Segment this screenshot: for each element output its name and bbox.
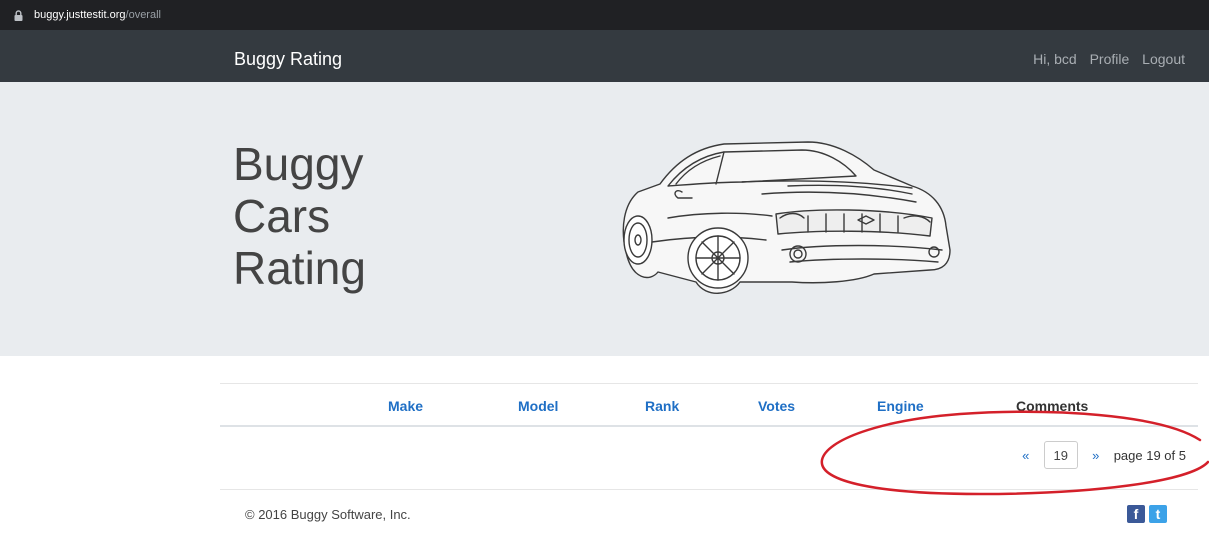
hero-title-line: Rating [233, 242, 366, 294]
url-text[interactable]: buggy.justtestit.org/overall [34, 8, 161, 22]
url-host: buggy.justtestit.org [34, 9, 126, 21]
column-header-make[interactable]: Make [388, 398, 423, 414]
greeting-text: Hi, bcd [1033, 51, 1077, 67]
copyright-text: © 2016 Buggy Software, Inc. [245, 507, 411, 522]
column-header-comments: Comments [1016, 398, 1089, 414]
brand-link[interactable]: Buggy Rating [234, 48, 342, 70]
logout-link[interactable]: Logout [1142, 51, 1185, 67]
footer-divider [220, 489, 1198, 490]
ratings-table: Make Model Rank Votes Engine Comments « … [220, 383, 1198, 469]
lock-icon [14, 10, 23, 21]
pagination: « » page 19 of 5 [1014, 441, 1186, 469]
profile-link[interactable]: Profile [1090, 51, 1130, 67]
next-page-button[interactable]: » [1084, 448, 1108, 463]
hero-title-line: Cars [233, 190, 331, 242]
column-header-rank[interactable]: Rank [645, 398, 679, 414]
social-links: f t [1127, 505, 1167, 523]
url-path: /overall [125, 9, 161, 21]
column-header-votes[interactable]: Votes [758, 398, 795, 414]
column-header-model[interactable]: Model [518, 398, 558, 414]
hero-title: Buggy Cars Rating [233, 138, 366, 294]
column-header-engine[interactable]: Engine [877, 398, 924, 414]
facebook-icon[interactable]: f [1127, 505, 1145, 523]
top-navbar: Buggy Rating Hi, bcd Profile Logout [0, 30, 1209, 82]
hero-title-line: Buggy [233, 138, 364, 190]
prev-page-button[interactable]: « [1014, 448, 1038, 463]
table-header-row: Make Model Rank Votes Engine Comments [220, 383, 1198, 427]
user-nav: Hi, bcd Profile Logout [1033, 50, 1185, 68]
twitter-icon[interactable]: t [1149, 505, 1167, 523]
browser-url-bar[interactable]: buggy.justtestit.org/overall [0, 0, 1209, 30]
page-status-text: page 19 of 5 [1113, 447, 1186, 463]
car-illustration [622, 141, 951, 294]
page-number-input[interactable] [1043, 441, 1078, 469]
hero-banner: Buggy Cars Rating [0, 82, 1209, 356]
